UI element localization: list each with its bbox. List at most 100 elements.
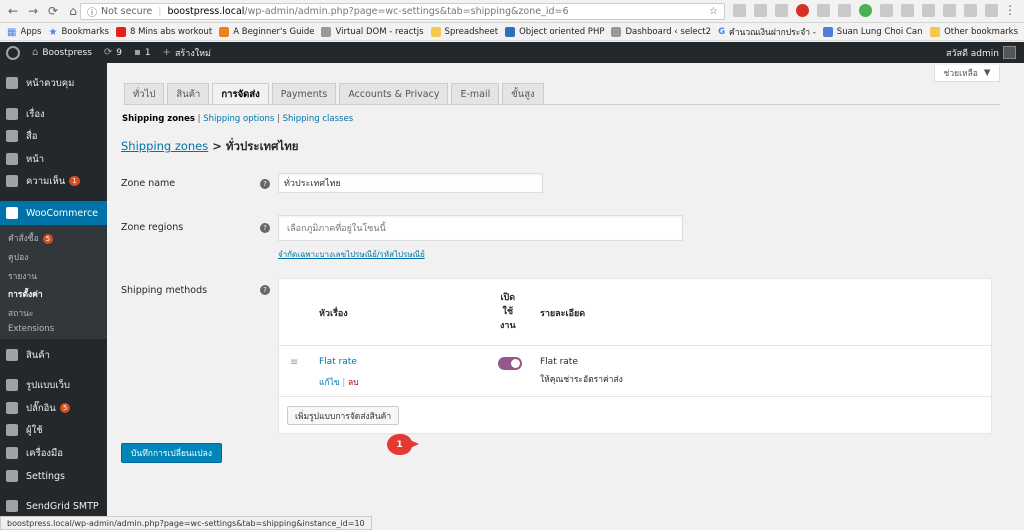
pin-icon — [6, 108, 18, 120]
forward-icon[interactable]: → — [26, 4, 40, 18]
extension-icon[interactable] — [754, 4, 767, 17]
url-host: boostpress.local — [167, 6, 245, 17]
bookmark-oop-php[interactable]: Object oriented PHP — [505, 26, 604, 37]
sidebar-item-products[interactable]: สินค้า — [0, 345, 107, 365]
other-bookmarks[interactable]: Other bookmarks — [930, 26, 1018, 37]
bookmarks-bar: ▦ Apps ★ Bookmarks 8 Mins abs workout A Be… — [0, 23, 1024, 41]
method-enabled-toggle[interactable] — [498, 357, 522, 370]
sidebar-item-settings[interactable]: Settings — [0, 466, 107, 486]
subnav-shipping-options[interactable]: Shipping options — [203, 114, 274, 124]
new-content-link[interactable]: + สร้างใหม่ — [163, 46, 211, 60]
tab-general[interactable]: ทั่วไป — [124, 83, 165, 105]
folder-icon — [930, 26, 941, 37]
extension-icon[interactable] — [796, 4, 809, 17]
extension-icon[interactable] — [880, 4, 893, 17]
method-title-link[interactable]: Flat rate — [319, 357, 357, 367]
bookmark-dashboard-select2[interactable]: Dashboard ‹ select2 — [611, 26, 711, 37]
help-icon[interactable]: ? — [260, 223, 270, 233]
account-menu[interactable]: สวัสดี admin — [946, 46, 1016, 60]
extension-icon[interactable] — [733, 4, 746, 17]
sidebar-item-comments[interactable]: ความเห็น 1 — [0, 171, 107, 191]
save-changes-button[interactable]: บันทึกการเปลี่ยนแปลง — [121, 443, 222, 463]
subnav-shipping-zones[interactable]: Shipping zones — [122, 114, 195, 124]
delete-method-link[interactable]: ลบ — [348, 378, 359, 388]
dashboard-icon — [6, 77, 18, 89]
submenu-status[interactable]: สถานะ — [8, 306, 33, 320]
tab-advanced[interactable]: ขั้นสูง — [502, 83, 544, 105]
back-icon[interactable]: ← — [6, 4, 20, 18]
chrome-menu-icon[interactable]: ⋮ — [1004, 3, 1016, 17]
add-shipping-method-button[interactable]: เพิ่มรูปแบบการจัดส่งสินค้า — [287, 406, 400, 425]
sidebar-item-appearance[interactable]: รูปแบบเว็บ — [0, 375, 107, 395]
extension-icon[interactable] — [775, 4, 788, 17]
reload-icon[interactable]: ⟳ — [46, 4, 60, 18]
updates-link[interactable]: ⟳ 9 — [104, 47, 122, 58]
breadcrumb-shipping-zones-link[interactable]: Shipping zones — [121, 139, 208, 153]
home-icon[interactable]: ⌂ — [66, 4, 80, 18]
tab-shipping[interactable]: การจัดส่ง — [212, 83, 269, 105]
sidebar-item-pages[interactable]: หน้า — [0, 149, 107, 169]
tab-payments[interactable]: Payments — [271, 83, 337, 105]
submenu-reports[interactable]: รายงาน — [8, 269, 37, 283]
bookmark-beginners-guide[interactable]: A Beginner's Guide — [219, 26, 314, 37]
comments-link[interactable]: ▪ 1 — [134, 47, 151, 58]
sidebar-item-media[interactable]: สื่อ — [0, 126, 107, 146]
bookmark-deposit-calculator[interactable]: G คำนวณเงินฝากประจำ - — [718, 25, 816, 39]
help-icon[interactable]: ? — [260, 179, 270, 189]
help-icon[interactable]: ? — [260, 285, 270, 295]
star-icon: ★ — [48, 26, 58, 38]
info-icon[interactable]: ⓘ — [87, 4, 97, 19]
sidebar-item-users[interactable]: ผู้ใช้ — [0, 420, 107, 440]
submenu-coupons[interactable]: คูปอง — [8, 250, 28, 264]
sidebar-item-woocommerce[interactable]: WooCommerce — [0, 201, 107, 225]
extension-icon[interactable] — [985, 4, 998, 17]
site-name-link[interactable]: ⌂ Boostpress — [32, 47, 92, 58]
extension-icons — [733, 4, 998, 17]
bookmark-star-icon[interactable]: ☆ — [709, 6, 718, 17]
address-bar[interactable]: ⓘ Not secure | boostpress.local /wp-admi… — [80, 3, 725, 20]
submenu-extensions[interactable]: Extensions — [8, 324, 54, 334]
extension-icon[interactable] — [817, 4, 830, 17]
extension-icon[interactable] — [964, 4, 977, 17]
sidebar-item-plugins[interactable]: ปลั๊กอิน 5 — [0, 398, 107, 418]
help-button[interactable]: ช่วยเหลือ ▼ — [934, 65, 1000, 82]
page-icon — [321, 26, 332, 37]
bookmark-abs-workout[interactable]: 8 Mins abs workout — [115, 26, 212, 37]
docs-icon — [822, 26, 833, 37]
subnav-shipping-classes[interactable]: Shipping classes — [283, 114, 354, 124]
sidebar-item-dashboard[interactable]: หน้าควบคุม — [0, 73, 107, 93]
tab-email[interactable]: E-mail — [451, 83, 500, 105]
comment-icon — [6, 175, 18, 187]
edit-method-link[interactable]: แก้ไข — [319, 378, 340, 388]
sidebar-item-posts[interactable]: เรื่อง — [0, 104, 107, 124]
row-actions: แก้ไข | ลบ — [319, 375, 359, 389]
settings-tabs: ทั่วไป สินค้า การจัดส่ง Payments Account… — [124, 83, 547, 105]
sidebar-item-tools[interactable]: เครื่องมือ — [0, 443, 107, 463]
extension-icon[interactable] — [859, 4, 872, 17]
bookmark-virtual-dom[interactable]: Virtual DOM - reactjs — [321, 26, 424, 37]
drag-handle-icon[interactable]: ≡ — [290, 357, 298, 368]
extension-icon[interactable] — [943, 4, 956, 17]
bookmark-suan-lung[interactable]: Suan Lung Choi Can — [822, 26, 922, 37]
sidebar-item-sendgrid[interactable]: SendGrid SMTP — [0, 496, 107, 516]
limit-postcodes-link[interactable]: จำกัดเฉพาะบางเลขไปรษณีย์/รหัสไปรษณีย์ — [278, 248, 425, 261]
zone-name-input[interactable]: ทั่วประเทศไทย — [278, 173, 543, 193]
chevron-down-icon: ▼ — [983, 68, 991, 78]
tab-accounts-privacy[interactable]: Accounts & Privacy — [339, 83, 449, 105]
bookmark-bookmarks[interactable]: ★ Bookmarks — [48, 26, 109, 38]
users-icon — [6, 424, 18, 436]
avatar — [1003, 46, 1016, 59]
extension-icon[interactable] — [901, 4, 914, 17]
submenu-orders[interactable]: คำสั่งซื้อ 5 — [8, 231, 54, 245]
tab-products[interactable]: สินค้า — [167, 83, 210, 105]
extension-icon[interactable] — [838, 4, 851, 17]
home-icon: ⌂ — [32, 47, 39, 58]
bookmark-apps[interactable]: ▦ Apps — [7, 27, 42, 38]
wordpress-logo-icon[interactable] — [6, 45, 20, 60]
bookmark-spreadsheet[interactable]: Spreadsheet — [430, 26, 498, 37]
zone-regions-input[interactable]: เลือกภูมิภาคที่อยู่ในโซนนี้ — [278, 215, 683, 241]
extension-icon[interactable] — [922, 4, 935, 17]
submenu-settings[interactable]: การตั้งค่า — [8, 287, 43, 301]
shipping-subnav: Shipping zones | Shipping options | Ship… — [122, 114, 353, 124]
comment-icon: ▪ — [134, 47, 141, 58]
